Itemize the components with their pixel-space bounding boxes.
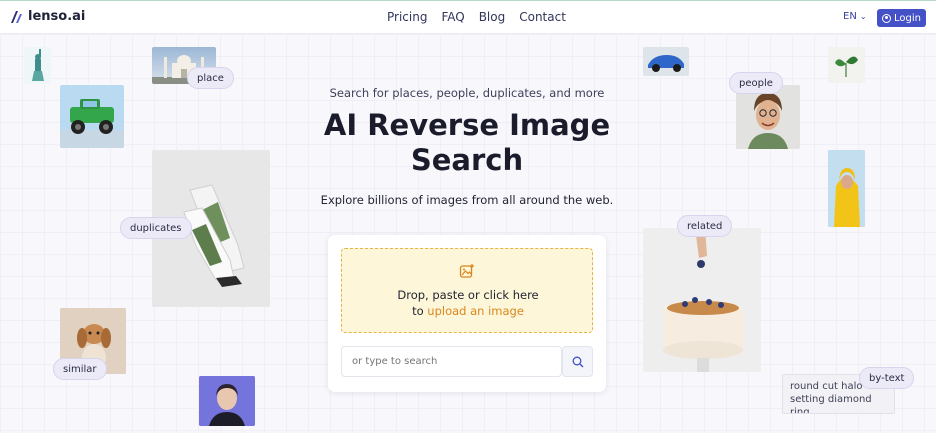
upload-image-link[interactable]: upload an image (427, 304, 524, 318)
logo-text: lenso.ai (28, 9, 86, 24)
image-dropzone[interactable]: Drop, paste or click here to upload an i… (341, 248, 593, 333)
man-portrait-image (736, 85, 800, 149)
search-button[interactable] (562, 346, 593, 377)
tag-by-text: by-text (859, 367, 915, 389)
nav-blog[interactable]: Blog (479, 10, 506, 24)
statue-of-liberty-image (24, 47, 51, 84)
upload-card: Drop, paste or click here to upload an i… (328, 235, 606, 392)
top-navigation-bar: lenso.ai Pricing FAQ Blog Contact EN ⌄ L… (0, 0, 936, 34)
page-title: AI Reverse Image Search (323, 108, 611, 177)
chevron-down-icon: ⌄ (859, 12, 867, 21)
plant-image (828, 47, 865, 83)
tag-duplicates: duplicates (120, 217, 192, 239)
nav-faq[interactable]: FAQ (441, 10, 464, 24)
dropzone-instruction: Drop, paste or click here (397, 288, 539, 302)
search-icon (572, 356, 583, 367)
green-truck-image (60, 85, 124, 148)
user-icon (882, 13, 891, 23)
woman-portrait-image (199, 376, 255, 426)
logo[interactable]: lenso.ai (10, 9, 85, 24)
language-label: EN (843, 11, 857, 22)
blue-car-image (643, 47, 689, 76)
dropzone-prefix: to (412, 304, 424, 318)
nav-pricing[interactable]: Pricing (387, 10, 427, 24)
tag-place: place (187, 67, 234, 89)
blueberry-cake-image (643, 228, 761, 372)
tag-similar: similar (53, 358, 107, 380)
login-label: Login (894, 12, 921, 24)
hero-description: Explore billions of images from all arou… (320, 193, 614, 207)
yellow-jacket-woman-image (828, 150, 865, 227)
dropzone-upload-line: to upload an image (342, 304, 594, 318)
login-button[interactable]: Login (877, 9, 926, 27)
language-selector[interactable]: EN ⌄ (843, 11, 867, 22)
tag-people: people (729, 72, 783, 94)
search-input[interactable] (341, 346, 562, 377)
add-image-icon (459, 264, 474, 278)
tag-related: related (677, 215, 733, 237)
main-nav: Pricing FAQ Blog Contact (387, 10, 566, 24)
hero-subtitle: Search for places, people, duplicates, a… (329, 86, 605, 100)
lenso-logo-icon (11, 10, 22, 23)
nav-contact[interactable]: Contact (519, 10, 566, 24)
